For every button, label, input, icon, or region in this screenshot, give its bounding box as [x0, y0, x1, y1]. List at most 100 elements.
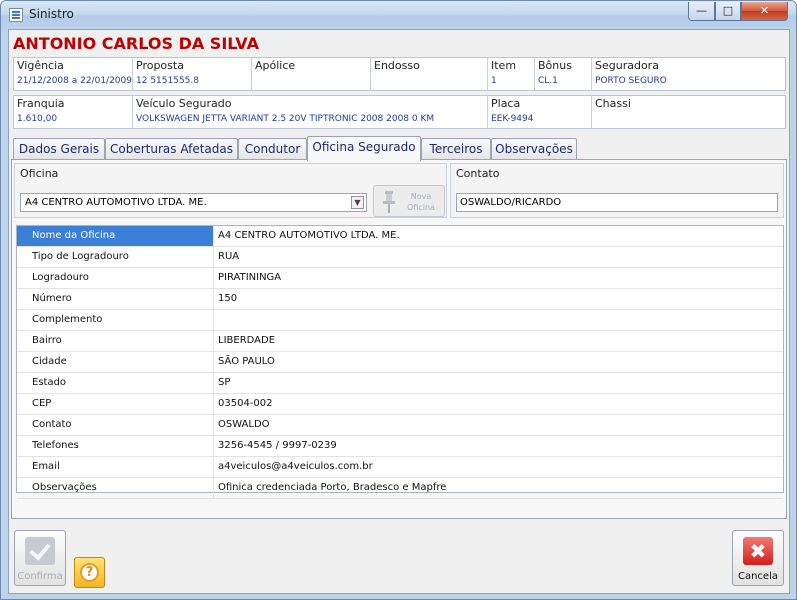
contato-field[interactable]: OSWALDO/RICARDO [456, 193, 778, 212]
sinistro-window: Sinistro — □ ✕ ANTONIO CARLOS DA SILVA V… [0, 0, 797, 600]
grid-row[interactable]: Nome da Oficina A4 CENTRO AUTOMOTIVO LTD… [17, 226, 783, 247]
confirma-button[interactable]: Confirma [14, 530, 66, 586]
grid-value[interactable]: 3256-4545 / 9997-0239 [215, 436, 783, 456]
grid-row[interactable]: Telefones 3256-4545 / 9997-0239 [17, 436, 783, 457]
veiculo-value: VOLKSWAGEN JETTA VARIANT 2.5 20V TIPTRON… [136, 114, 435, 124]
grid-row[interactable]: Complemento [17, 310, 783, 331]
grid-value[interactable]: SÃO PAULO [215, 352, 783, 372]
bonus-label: Bônus [538, 59, 572, 72]
grid-key: Tipo de Logradouro [17, 247, 214, 267]
placa-value: EEK-9494 [491, 114, 534, 124]
bonus-cell: Bônus CL.1 [535, 58, 592, 90]
grid-key: Estado [17, 373, 214, 393]
cancel-x-icon: ✖ [743, 537, 773, 565]
help-icon: ? [80, 563, 99, 582]
confirma-label: Confirma [17, 571, 63, 582]
tab-condutor[interactable]: Condutor [238, 138, 307, 160]
item-cell: Item 1 [488, 58, 535, 90]
vigencia-label: Vigência [17, 59, 64, 72]
grid-key: Observações [17, 478, 214, 498]
grid-key: Nome da Oficina [17, 226, 214, 246]
placa-cell: Placa EEK-9494 [488, 96, 592, 128]
grid-key: Email [17, 457, 214, 477]
grid-row[interactable]: Contato OSWALDO [17, 415, 783, 436]
proposta-cell: Proposta 12 5151555.8 [133, 58, 252, 90]
vigencia-value: 21/12/2008 a 22/01/2009 [17, 76, 132, 86]
franquia-label: Franquia [17, 97, 65, 110]
oficina-details-grid: Nome da Oficina A4 CENTRO AUTOMOTIVO LTD… [16, 225, 784, 499]
grid-value[interactable] [215, 310, 783, 330]
client-area: ANTONIO CARLOS DA SILVA Vigência 21/12/2… [8, 29, 790, 594]
chassi-label: Chassi [595, 97, 631, 110]
item-label: Item [491, 59, 517, 72]
contato-label: Contato [456, 167, 500, 180]
seguradora-label: Seguradora [595, 59, 659, 72]
grid-row[interactable]: Estado SP [17, 373, 783, 394]
oficina-selected-value: A4 CENTRO AUTOMOTIVO LTDA. ME. [25, 197, 207, 208]
nova-oficina-button[interactable]: Nova Oficina [373, 185, 445, 217]
cancela-label: Cancela [737, 571, 778, 582]
placa-label: Placa [491, 97, 521, 110]
grid-row[interactable]: Número 150 [17, 289, 783, 310]
chevron-down-icon[interactable]: ▼ [351, 196, 364, 209]
title-bar[interactable]: Sinistro — □ ✕ [1, 1, 796, 29]
endosso-label: Endosso [374, 59, 420, 72]
proposta-value: 12 5151555.8 [136, 76, 199, 86]
contato-group: Contato OSWALDO/RICARDO [450, 163, 784, 218]
tab-terceiros[interactable]: Terceiros [421, 138, 491, 160]
grid-row[interactable]: Observações Ofinica credenciada Porto, B… [17, 478, 783, 499]
minimize-button[interactable]: — [688, 2, 715, 21]
grid-key: Logradouro [17, 268, 214, 288]
grid-value[interactable]: OSWALDO [215, 415, 783, 435]
tab-coberturas-afetadas[interactable]: Coberturas Afetadas [105, 138, 238, 160]
bonus-value: CL.1 [538, 76, 558, 86]
grid-value[interactable]: LIBERDADE [215, 331, 783, 351]
close-button[interactable]: ✕ [741, 2, 788, 21]
grid-value[interactable]: Ofinica credenciada Porto, Bradesco e Ma… [215, 478, 783, 498]
grid-key: Contato [17, 415, 214, 435]
grid-value[interactable]: SP [215, 373, 783, 393]
grid-row[interactable]: Bairro LIBERDADE [17, 331, 783, 352]
oficina-label: Oficina [20, 167, 59, 180]
grid-key: Complemento [17, 310, 214, 330]
grid-row[interactable]: Email a4veiculos@a4veiculos.com.br [17, 457, 783, 478]
maximize-button[interactable]: □ [715, 2, 741, 21]
grid-value[interactable]: PIRATININGA [215, 268, 783, 288]
grid-value[interactable]: 150 [215, 289, 783, 309]
grid-key: Telefones [17, 436, 214, 456]
franquia-value: 1.610,00 [17, 114, 58, 124]
grid-value[interactable]: A4 CENTRO AUTOMOTIVO LTDA. ME. [215, 226, 783, 246]
apolice-cell: Apólice [252, 58, 371, 90]
grid-key: CEP [17, 394, 214, 414]
insured-name: ANTONIO CARLOS DA SILVA [13, 34, 259, 53]
apolice-label: Apólice [255, 59, 296, 72]
policy-info-row: Vigência 21/12/2008 a 22/01/2009 Propost… [13, 57, 786, 91]
grid-value[interactable]: RUA [215, 247, 783, 267]
grid-value[interactable]: 03504-002 [215, 394, 783, 414]
help-button[interactable]: ? [74, 557, 105, 588]
proposta-label: Proposta [136, 59, 184, 72]
grid-value[interactable]: a4veiculos@a4veiculos.com.br [215, 457, 783, 477]
oficina-segurado-panel: Oficina A4 CENTRO AUTOMOTIVO LTDA. ME. ▼… [11, 159, 787, 519]
pushpin-icon [383, 191, 395, 213]
item-value: 1 [491, 76, 497, 86]
tab-oficina-segurado[interactable]: Oficina Segurado [307, 136, 421, 161]
app-icon [9, 8, 23, 22]
seguradora-value: PORTO SEGURO [595, 76, 667, 86]
endosso-cell: Endosso [371, 58, 488, 90]
chassi-cell: Chassi [592, 96, 785, 128]
oficina-select[interactable]: A4 CENTRO AUTOMOTIVO LTDA. ME. ▼ [20, 193, 367, 212]
cancela-button[interactable]: ✖ Cancela [732, 530, 784, 586]
checkmark-icon [25, 537, 55, 565]
grid-key: Número [17, 289, 214, 309]
grid-row[interactable]: CEP 03504-002 [17, 394, 783, 415]
tab-dados-gerais[interactable]: Dados Gerais [13, 138, 105, 160]
grid-row[interactable]: Logradouro PIRATININGA [17, 268, 783, 289]
grid-key: Bairro [17, 331, 214, 351]
grid-row[interactable]: Tipo de Logradouro RUA [17, 247, 783, 268]
oficina-group: Oficina A4 CENTRO AUTOMOTIVO LTDA. ME. ▼… [14, 163, 447, 218]
veiculo-label: Veículo Segurado [136, 97, 232, 110]
tab-observacoes[interactable]: Observações [491, 138, 577, 160]
grid-row[interactable]: Cidade SÃO PAULO [17, 352, 783, 373]
window-title: Sinistro [29, 7, 74, 21]
